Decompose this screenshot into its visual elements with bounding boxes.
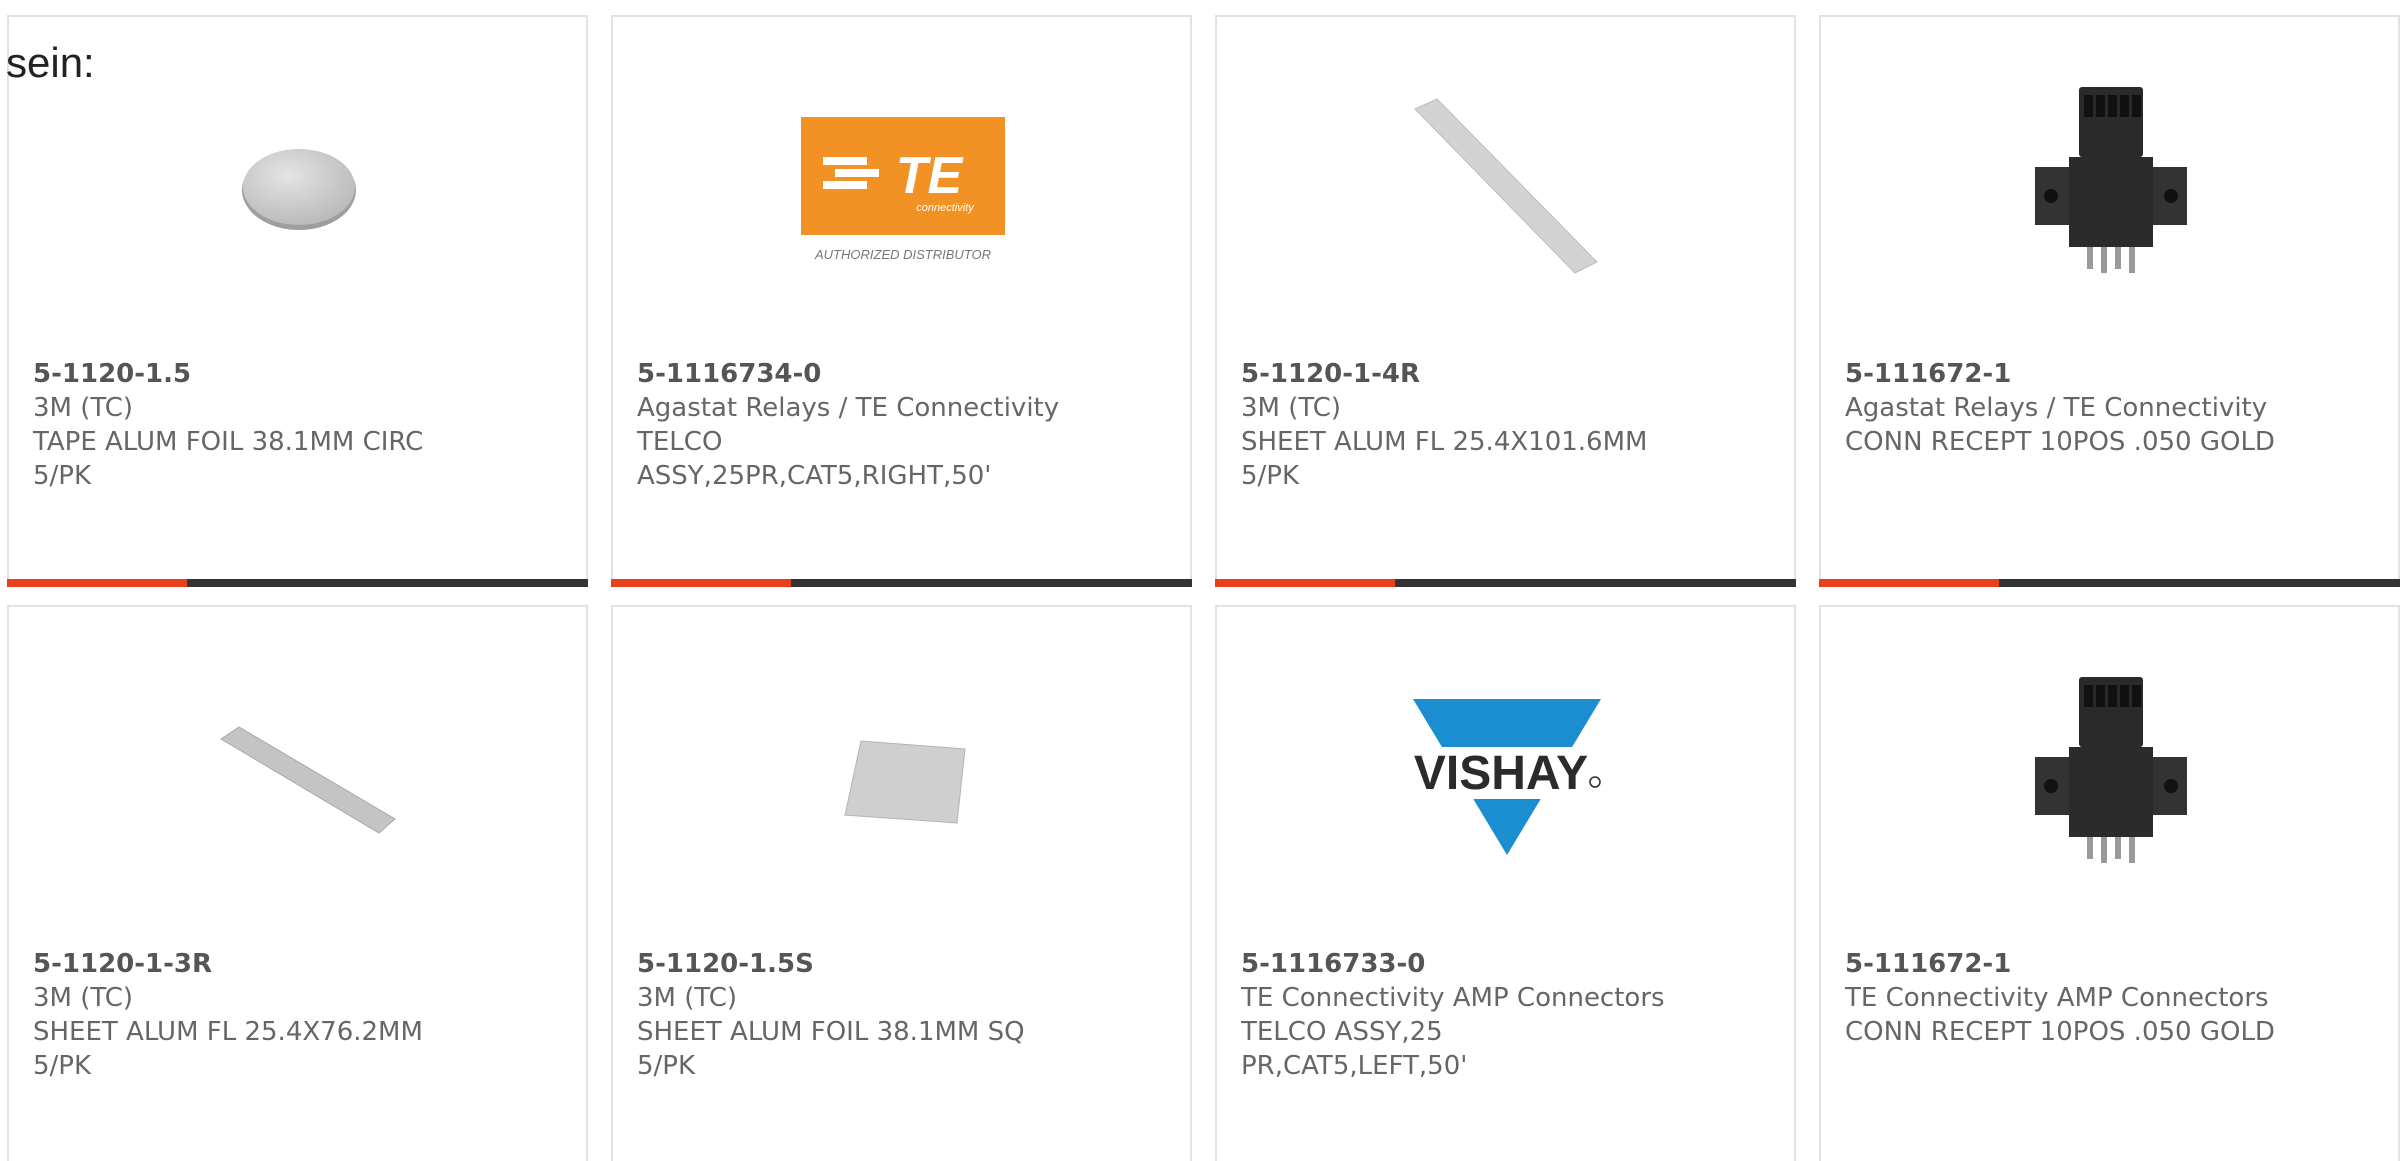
black-connector-image[interactable]	[2009, 87, 2213, 291]
te-logo-sub: connectivity	[916, 202, 975, 214]
description-line: TELCO ASSY,25	[1241, 1017, 1443, 1047]
square-foil-sheet-image[interactable]	[801, 677, 1005, 881]
description-line: SHEET ALUM FOIL 38.1MM SQ	[637, 1017, 1025, 1047]
description-line: 5/PK	[1241, 461, 1300, 491]
description-line: TAPE ALUM FOIL 38.1MM CIRC	[33, 427, 424, 457]
manufacturer: TE Connectivity AMP Connectors	[1845, 983, 2269, 1013]
product-card[interactable]: 5-1120-1-3R 3M (TC) SHEET ALUM FL 25.4X76.…	[7, 605, 588, 1161]
product-info: 5-1120-1-3R 3M (TC) SHEET ALUM FL 25.4X76.…	[33, 947, 566, 1083]
product-info: 5-1120-1.5S 3M (TC) SHEET ALUM FOIL 38.1MM…	[637, 947, 1170, 1083]
product-card[interactable]: 5-111672-1 Agastat Relays / TE Connectivi…	[1819, 15, 2400, 587]
manufacturer: 3M (TC)	[33, 983, 134, 1013]
description-line: SHEET ALUM FL 25.4X101.6MM	[1241, 427, 1648, 457]
product-info: 5-1120-1-4R 3M (TC) SHEET ALUM FL 25.4X101…	[1241, 357, 1774, 493]
product-info: 5-111672-1 TE Connectivity AMP Connectors…	[1845, 947, 2378, 1049]
progress-fill	[611, 579, 792, 587]
part-number[interactable]: 5-111672-1	[1845, 357, 2378, 391]
part-number[interactable]: 5-1116734-0	[637, 357, 1170, 391]
part-number[interactable]: 5-111672-1	[1845, 947, 2378, 981]
progress-bar	[1819, 579, 2400, 587]
product-grid: 5-1120-1.5 3M (TC) TAPE ALUM FOIL 38.1MM C…	[7, 15, 2400, 1161]
progress-bar	[1215, 579, 1796, 587]
manufacturer: 3M (TC)	[1241, 393, 1342, 423]
progress-fill	[1215, 579, 1396, 587]
description-line: 5/PK	[33, 461, 92, 491]
part-number[interactable]: 5-1120-1.5S	[637, 947, 1170, 981]
te-logo-tagline: AUTHORIZED DISTRIBUTOR	[814, 247, 991, 262]
vishay-logo-mark: VISHAY	[1414, 747, 1588, 800]
part-number[interactable]: 5-1120-1-3R	[33, 947, 566, 981]
vishay-logo[interactable]: VISHAY	[1405, 677, 1609, 881]
page-heading: sein:	[6, 39, 95, 86]
product-info: 5-1120-1.5 3M (TC) TAPE ALUM FOIL 38.1MM C…	[33, 357, 566, 493]
te-connectivity-logo[interactable]: TE connectivity AUTHORIZED DISTRIBUTOR	[801, 87, 1005, 291]
progress-bar	[7, 579, 588, 587]
manufacturer: 3M (TC)	[637, 983, 738, 1013]
description-line: ASSY,25PR,CAT5,RIGHT,50'	[637, 461, 992, 491]
product-info: 5-111672-1 Agastat Relays / TE Connectivi…	[1845, 357, 2378, 459]
manufacturer: Agastat Relays / TE Connectivity	[637, 393, 1060, 423]
description-line: SHEET ALUM FL 25.4X76.2MM	[33, 1017, 423, 1047]
description-line: CONN RECEPT 10POS .050 GOLD	[1845, 1017, 2275, 1047]
description-line: 5/PK	[637, 1051, 696, 1081]
manufacturer: Agastat Relays / TE Connectivity	[1845, 393, 2268, 423]
page: sein: 5-1120-1.5 3M (TC) TAPE ALUM FOIL 38…	[0, 0, 2400, 1161]
part-number[interactable]: 5-1120-1.5	[33, 357, 566, 391]
progress-fill	[1819, 579, 2000, 587]
description-line: TELCO	[637, 427, 723, 457]
description-line: PR,CAT5,LEFT,50'	[1241, 1051, 1468, 1081]
product-info: 5-1116733-0 TE Connectivity AMP Connector…	[1241, 947, 1774, 1083]
progress-fill	[7, 579, 188, 587]
description-line: CONN RECEPT 10POS .050 GOLD	[1845, 427, 2275, 457]
product-card[interactable]: TE connectivity AUTHORIZED DISTRIBUTOR 5…	[611, 15, 1192, 587]
long-foil-strip-image[interactable]	[1405, 87, 1609, 291]
short-foil-strip-image[interactable]	[197, 677, 401, 881]
product-card[interactable]: 5-1120-1-4R 3M (TC) SHEET ALUM FL 25.4X101…	[1215, 15, 1796, 587]
black-connector-image[interactable]	[2009, 677, 2213, 881]
part-number[interactable]: 5-1120-1-4R	[1241, 357, 1774, 391]
product-card[interactable]: 5-111672-1 TE Connectivity AMP Connectors…	[1819, 605, 2400, 1161]
description-line: 5/PK	[33, 1051, 92, 1081]
product-card[interactable]: VISHAY 5-1116733-0 TE Connectivity AMP Co…	[1215, 605, 1796, 1161]
manufacturer: TE Connectivity AMP Connectors	[1241, 983, 1665, 1013]
product-card[interactable]: 5-1120-1.5 3M (TC) TAPE ALUM FOIL 38.1MM C…	[7, 15, 588, 587]
product-info: 5-1116734-0 Agastat Relays / TE Connectiv…	[637, 357, 1170, 493]
product-card[interactable]: 5-1120-1.5S 3M (TC) SHEET ALUM FOIL 38.1MM…	[611, 605, 1192, 1161]
part-number[interactable]: 5-1116733-0	[1241, 947, 1774, 981]
manufacturer: 3M (TC)	[33, 393, 134, 423]
te-logo-mark: TE	[896, 147, 964, 205]
progress-bar	[611, 579, 1192, 587]
circular-foil-disc-image[interactable]	[197, 87, 401, 291]
